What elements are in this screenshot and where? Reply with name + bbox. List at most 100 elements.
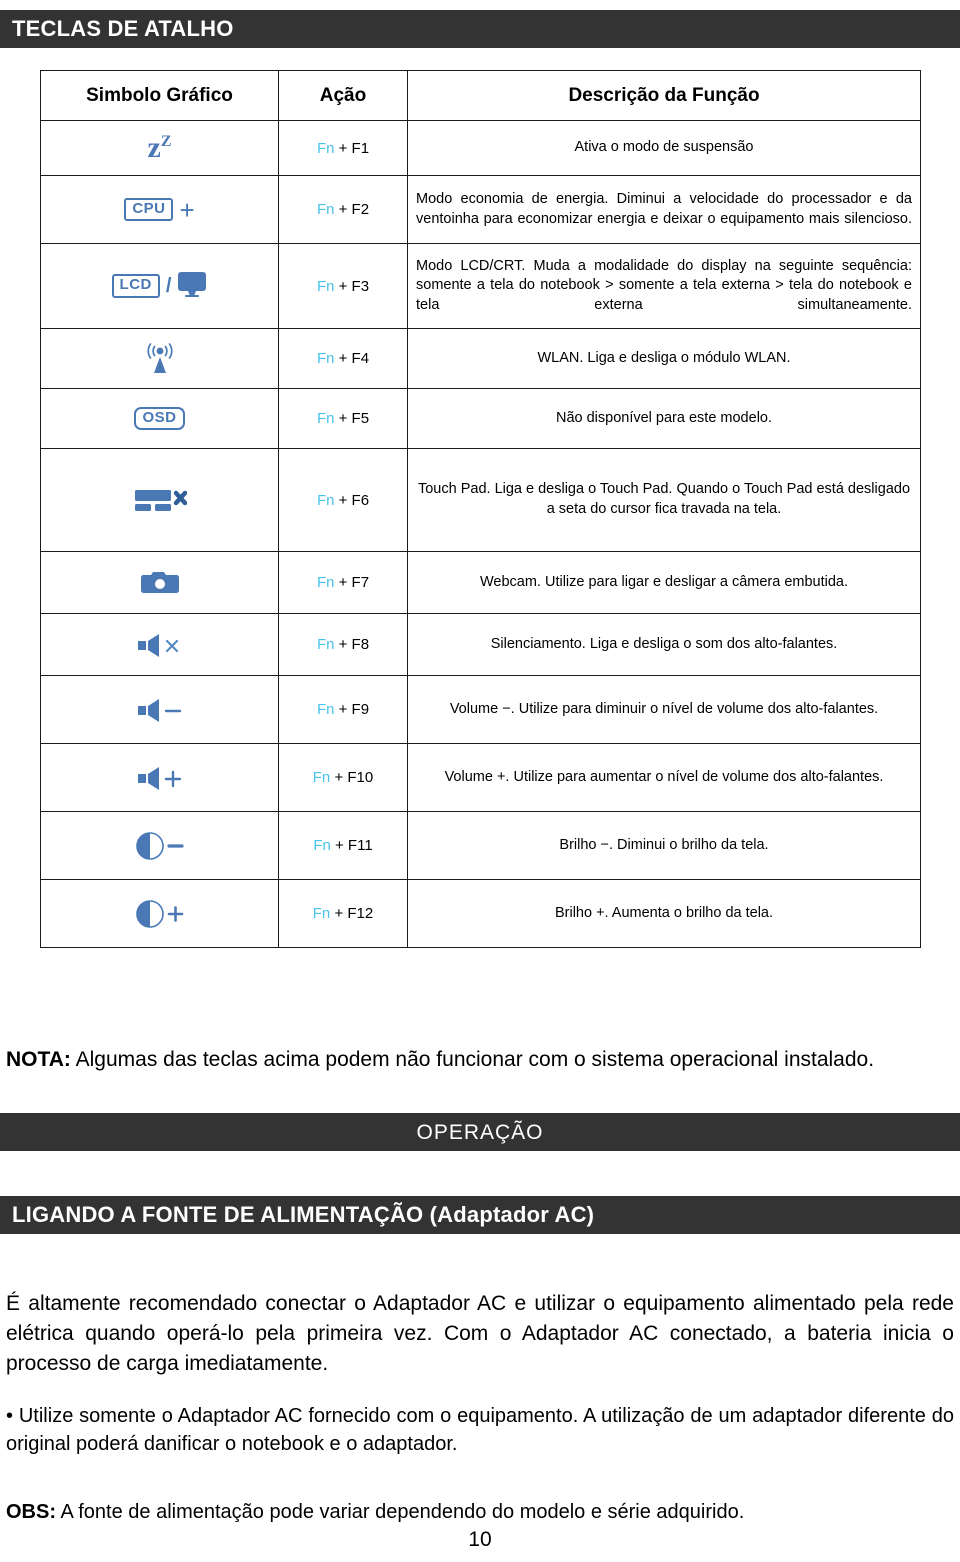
- key-combo-label: + F5: [334, 410, 370, 427]
- table-row: OSD Fn + F5 Não disponível para este mod…: [40, 388, 921, 449]
- symbol-cell: [40, 328, 279, 389]
- table-row: LCD / Fn + F3 Modo LCD/CRT. Muda a modal…: [40, 243, 921, 329]
- nota-paragraph: NOTA: Algumas das teclas acima podem não…: [6, 1046, 954, 1075]
- column-header-symbol: Simbolo Gráfico: [40, 70, 279, 121]
- key-combo-label: + F9: [334, 701, 370, 718]
- description-cell: Volume −. Utilize para diminuir o nível …: [407, 675, 921, 744]
- key-combo-label: + F10: [330, 769, 374, 786]
- action-cell: Fn + F11: [278, 811, 408, 880]
- table-row: Fn + F10 Volume +. Utilize para aumentar…: [40, 743, 921, 812]
- brightness-down-icon: [49, 830, 270, 862]
- table-row: Fn + F6 Touch Pad. Liga e desliga o Touc…: [40, 448, 921, 552]
- action-cell: Fn + F4: [278, 328, 408, 389]
- fn-key-label: Fn: [313, 837, 331, 854]
- lcd-tag-label: LCD: [111, 274, 160, 298]
- fn-key-label: Fn: [312, 905, 331, 922]
- osd-icon: OSD: [49, 406, 270, 431]
- speaker-mute-icon: [49, 631, 270, 659]
- key-combo-label: + F1: [334, 139, 370, 157]
- key-combo-label: + F4: [334, 350, 370, 367]
- wlan-antenna-icon: [49, 342, 270, 376]
- description-cell: Silenciamento. Liga e desliga o som dos …: [407, 613, 921, 676]
- fn-key-label: Fn: [316, 277, 335, 295]
- action-cell: Fn + F8: [278, 613, 408, 676]
- action-cell: Fn + F6: [278, 448, 408, 552]
- table-row: CPU + Fn + F2 Modo economia de energia. …: [40, 175, 921, 244]
- table-row: zZ Fn + F1 Ativa o modo de suspensão: [40, 120, 921, 176]
- section-header-ligando-fonte: LIGANDO A FONTE DE ALIMENTAÇÃO (Adaptado…: [0, 1196, 960, 1234]
- fn-key-label: Fn: [316, 350, 335, 367]
- key-combo-label: + F7: [334, 574, 370, 591]
- obs-label: OBS:: [6, 1501, 56, 1523]
- plus-sign-icon: +: [179, 194, 195, 225]
- sleep-zz-icon: zZ: [147, 131, 172, 164]
- key-combo-label: + F11: [330, 837, 373, 854]
- description-cell: Volume +. Utilize para aumentar o nível …: [407, 743, 921, 812]
- table-row: Fn + F11 Brilho −. Diminui o brilho da t…: [40, 811, 921, 880]
- fn-key-label: Fn: [316, 410, 335, 427]
- table-row: Fn + F7 Webcam. Utilize para ligar e des…: [40, 551, 921, 614]
- fn-key-label: Fn: [316, 701, 335, 718]
- cpu-tag-label: CPU: [124, 197, 174, 222]
- column-header-action: Ação: [278, 70, 408, 121]
- action-cell: Fn + F7: [278, 551, 408, 614]
- table-header-row: Simbolo Gráfico Ação Descrição da Função: [40, 70, 921, 121]
- symbol-cell: [40, 879, 279, 948]
- nota-text: Algumas das teclas acima podem não funci…: [70, 1048, 875, 1071]
- action-cell: Fn + F12: [278, 879, 408, 948]
- fn-key-label: Fn: [316, 636, 335, 653]
- fn-key-label: Fn: [316, 491, 335, 509]
- key-combo-label: + F3: [334, 277, 370, 295]
- section-header-teclas-de-atalho: TECLAS DE ATALHO: [0, 10, 960, 48]
- speaker-volume-up-icon: [49, 764, 270, 792]
- description-cell: Ativa o modo de suspensão: [407, 120, 921, 176]
- action-cell: Fn + F2: [278, 175, 408, 244]
- section-header-operacao: OPERAÇÃO: [0, 1113, 960, 1151]
- webcam-camera-icon: [49, 569, 270, 597]
- column-header-description: Descrição da Função: [407, 70, 921, 121]
- slash-separator-icon: /: [165, 274, 172, 297]
- key-combo-label: + F2: [334, 201, 370, 218]
- symbol-cell: [40, 675, 279, 744]
- lcd-monitor-icon: LCD /: [49, 271, 270, 302]
- obs-paragraph: OBS: A fonte de alimentação pode variar …: [6, 1498, 954, 1526]
- key-combo-label: + F12: [330, 905, 374, 922]
- operacao-title: OPERAÇÃO: [416, 1120, 544, 1144]
- fn-key-label: Fn: [316, 201, 335, 218]
- nota-label: NOTA:: [6, 1048, 71, 1071]
- symbol-cell: zZ: [40, 120, 279, 176]
- fn-key-label: Fn: [312, 769, 331, 786]
- table-row: Fn + F12 Brilho +. Aumenta o brilho da t…: [40, 879, 921, 948]
- description-cell: Webcam. Utilize para ligar e desligar a …: [407, 551, 921, 614]
- symbol-cell: CPU +: [40, 175, 279, 244]
- description-cell: WLAN. Liga e desliga o módulo WLAN.: [407, 328, 921, 389]
- table-row: Fn + F4 WLAN. Liga e desliga o módulo WL…: [40, 328, 921, 389]
- action-cell: Fn + F3: [278, 243, 408, 329]
- symbol-cell: [40, 551, 279, 614]
- description-cell: Modo LCD/CRT. Muda a modalidade do displ…: [407, 243, 921, 329]
- action-cell: Fn + F1: [278, 120, 408, 176]
- hotkey-table: Simbolo Gráfico Ação Descrição da Função…: [40, 70, 921, 948]
- monitor-icon: [177, 271, 207, 302]
- description-cell: Modo economia de energia. Diminui a velo…: [407, 175, 921, 244]
- table-row: Fn + F8 Silenciamento. Liga e desliga o …: [40, 613, 921, 676]
- obs-text: A fonte de alimentação pode variar depen…: [56, 1501, 745, 1523]
- action-cell: Fn + F10: [278, 743, 408, 812]
- key-combo-label: + F8: [334, 636, 370, 653]
- description-cell: Brilho +. Aumenta o brilho da tela.: [407, 879, 921, 948]
- brightness-up-icon: [49, 898, 270, 930]
- description-cell: Touch Pad. Liga e desliga o Touch Pad. Q…: [407, 448, 921, 552]
- symbol-cell: [40, 743, 279, 812]
- symbol-cell: [40, 811, 279, 880]
- intro-paragraph: É altamente recomendado conectar o Adapt…: [6, 1292, 954, 1375]
- symbol-cell: OSD: [40, 388, 279, 449]
- action-cell: Fn + F9: [278, 675, 408, 744]
- description-cell: Brilho −. Diminui o brilho da tela.: [407, 811, 921, 880]
- ligando-title: LIGANDO A FONTE DE ALIMENTAÇÃO (Adaptado…: [12, 1202, 595, 1227]
- osd-tag-label: OSD: [134, 406, 185, 431]
- touchpad-off-icon: [49, 485, 270, 515]
- table-row: Fn + F9 Volume −. Utilize para diminuir …: [40, 675, 921, 744]
- key-combo-label: + F6: [334, 491, 370, 509]
- section-header-title: TECLAS DE ATALHO: [12, 16, 234, 41]
- action-cell: Fn + F5: [278, 388, 408, 449]
